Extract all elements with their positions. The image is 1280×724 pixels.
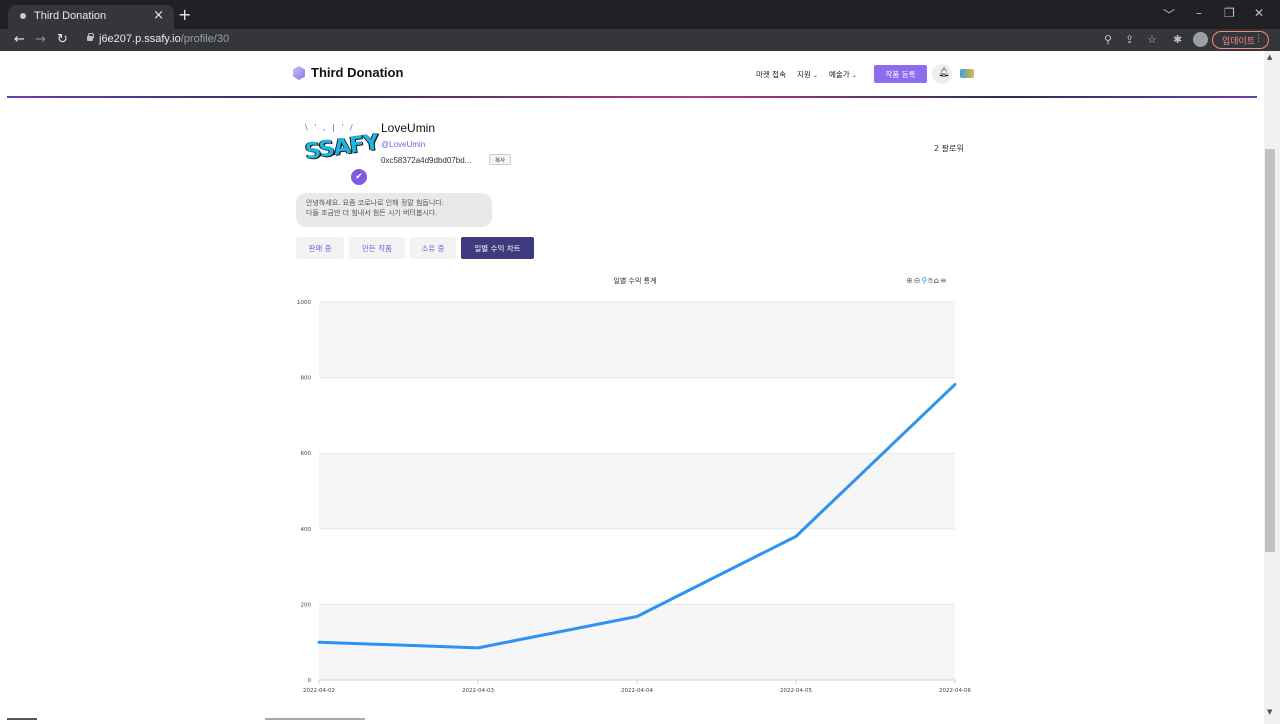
bio-line: 안녕하세요. 요즘 코로나로 인해 정말 힘듭니다. xyxy=(306,199,444,207)
lock-icon xyxy=(87,33,94,41)
pan-icon[interactable]: ✋︎ xyxy=(928,276,933,285)
y-tick-label: 800 xyxy=(301,376,312,382)
tab-created[interactable]: 만든 작품 xyxy=(349,237,405,259)
x-tick-label: 2022-04-06 xyxy=(939,688,971,694)
address-bar[interactable]: j6e207.p.ssafy.io/profile/30 xyxy=(80,31,1210,49)
new-tab-button[interactable]: + xyxy=(178,5,191,24)
copy-address-button[interactable]: 복사 xyxy=(489,154,511,165)
zoom-out-icon[interactable]: ⊖ xyxy=(914,276,921,285)
browser-profile-avatar[interactable] xyxy=(1193,32,1208,47)
x-tick-label: 2022-04-03 xyxy=(462,688,494,694)
wallet-address: 0xc58372a4d9dbd07bd... xyxy=(381,156,472,165)
bell-icon: 🔔︎ xyxy=(938,68,950,78)
bio-line: 다들 조금만 더 힘내서 힘든 시기 버텨봅시다. xyxy=(306,209,438,217)
reload-icon[interactable]: ↻ xyxy=(57,32,68,47)
more-menu-icon: ⋮ xyxy=(1254,34,1263,44)
chevron-down-icon: ⌄ xyxy=(851,72,857,79)
data-point xyxy=(954,383,956,386)
verified-badge-icon: ✔ xyxy=(349,167,369,187)
profile-handle: @LoveUmin xyxy=(381,140,426,149)
back-icon[interactable]: ← xyxy=(14,32,25,47)
chevron-down-icon: ⌄ xyxy=(812,72,818,79)
restore-button[interactable]: ❐ xyxy=(1224,6,1235,20)
extensions-icon[interactable]: ✱ xyxy=(1173,33,1182,46)
site-header: Third Donation 마켓 접속 지원 ⌄ 예술가 ⌄ 작품 등록 🔔︎ xyxy=(0,51,1264,98)
user-avatar[interactable] xyxy=(960,69,974,78)
tab-on-sale[interactable]: 판매 중 xyxy=(296,237,344,259)
nav-support-label: 지원 xyxy=(797,70,811,79)
x-tick-label: 2022-04-04 xyxy=(621,688,653,694)
data-point xyxy=(318,641,320,643)
update-label: 업데이트 xyxy=(1222,37,1256,47)
data-point xyxy=(477,647,479,649)
zoom-icon[interactable]: ⚲ xyxy=(1104,33,1112,46)
bookmark-star-icon[interactable]: ☆ xyxy=(1147,33,1157,46)
nav-artist[interactable]: 예술가 ⌄ xyxy=(829,69,857,80)
grid-band xyxy=(319,302,955,378)
tab-search-icon[interactable]: ﹀ xyxy=(1163,6,1175,23)
zoom-select-icon[interactable]: ⚲ xyxy=(921,276,927,285)
tab-title: Third Donation xyxy=(34,10,107,22)
page-bottom-edge xyxy=(0,716,1264,724)
chart-toolbar: ⊕⊖⚲✋︎⌂≡ xyxy=(906,276,948,286)
chart-title: 일별 수익 통계 xyxy=(613,277,657,285)
update-button[interactable]: 업데이트 ⋮ xyxy=(1212,31,1269,49)
bottom-edge-segment xyxy=(7,718,37,720)
y-tick-label: 0 xyxy=(308,678,312,684)
profile-username: LoveUmin xyxy=(381,121,436,135)
bottom-edge-segment xyxy=(265,718,365,720)
tab-owned[interactable]: 소유 중 xyxy=(410,237,456,259)
tab-close-button[interactable]: × xyxy=(153,8,164,23)
y-tick-label: 1000 xyxy=(297,300,311,306)
grid-band xyxy=(319,453,955,529)
scroll-up-icon[interactable]: ▲ xyxy=(1267,53,1272,61)
scrollbar-thumb[interactable] xyxy=(1265,149,1275,552)
favicon-icon xyxy=(20,13,26,19)
header-divider xyxy=(7,96,1257,98)
nav-artist-label: 예술가 xyxy=(829,70,850,79)
minimize-button[interactable]: – xyxy=(1196,6,1202,20)
browser-tab[interactable]: Third Donation × xyxy=(8,5,174,29)
nav-support[interactable]: 지원 ⌄ xyxy=(797,69,818,80)
forward-icon[interactable]: → xyxy=(35,32,46,47)
profile-image-logo: SSAFY xyxy=(303,129,381,166)
data-point xyxy=(636,615,638,618)
follower-count[interactable]: 2 팔로워 xyxy=(934,143,964,154)
nav-market[interactable]: 마켓 접속 xyxy=(756,69,786,80)
x-tick-label: 2022-04-02 xyxy=(303,688,335,694)
logo-icon[interactable] xyxy=(293,66,305,80)
menu-icon[interactable]: ≡ xyxy=(940,276,947,285)
zoom-in-icon[interactable]: ⊕ xyxy=(906,276,913,285)
profile-image-sparks: \ ' , | ' / xyxy=(305,123,355,132)
y-tick-label: 400 xyxy=(301,527,312,533)
scroll-down-icon[interactable]: ▼ xyxy=(1267,708,1272,716)
y-tick-label: 200 xyxy=(301,602,312,608)
browser-toolbar: ← → ↻ j6e207.p.ssafy.io/profile/30 ⚲ ⇪ ☆… xyxy=(0,29,1280,51)
home-icon[interactable]: ⌂ xyxy=(934,276,939,285)
url-text: j6e207.p.ssafy.io/profile/30 xyxy=(99,33,230,45)
profile-bio: 안녕하세요. 요즘 코로나로 인해 정말 힘듭니다. 다들 조금만 더 힘내서 … xyxy=(296,193,492,227)
y-tick-label: 600 xyxy=(301,451,312,457)
x-tick-label: 2022-04-05 xyxy=(780,688,812,694)
browser-tab-bar: Third Donation × + ﹀ – ❐ ✕ xyxy=(0,0,1280,29)
page-scrollbar[interactable]: ▲ ▼ xyxy=(1264,51,1280,724)
register-artwork-button[interactable]: 작품 등록 xyxy=(874,65,927,83)
notification-button[interactable]: 🔔︎ xyxy=(932,64,952,84)
data-point xyxy=(795,535,797,538)
page-viewport: Third Donation 마켓 접속 지원 ⌄ 예술가 ⌄ 작품 등록 🔔︎ \… xyxy=(0,51,1264,724)
site-logo[interactable]: Third Donation xyxy=(311,65,403,80)
share-icon[interactable]: ⇪ xyxy=(1125,33,1134,46)
tab-daily-revenue-chart[interactable]: 일별 수익 차트 xyxy=(461,237,534,259)
revenue-line-chart: 0 200 400 600 800 1000 2022-04-02 2022-04-03 202… xyxy=(297,300,971,694)
close-window-button[interactable]: ✕ xyxy=(1254,6,1264,20)
